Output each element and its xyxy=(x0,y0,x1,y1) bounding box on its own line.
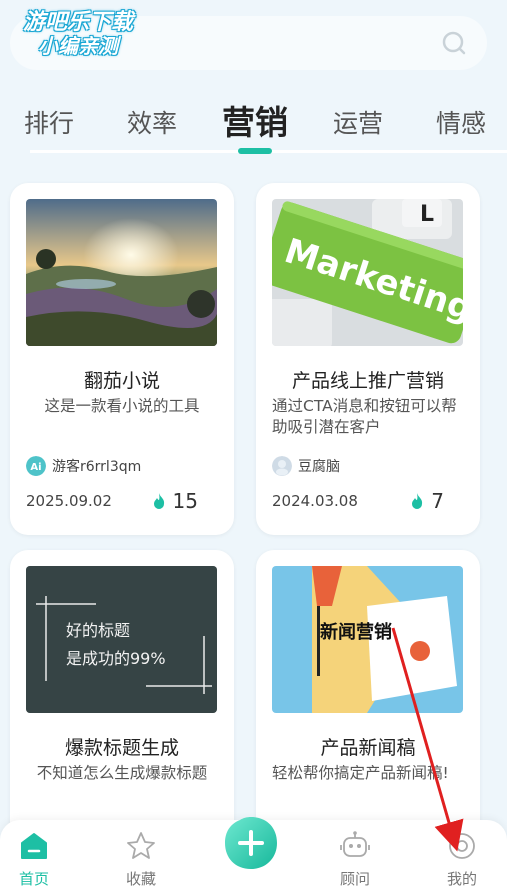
nav-home[interactable]: 首页 xyxy=(4,830,64,889)
card-meta: 2025.09.02 15 xyxy=(26,489,218,513)
bottom-navigation: 首页 收藏 顾问 我的 xyxy=(0,817,507,891)
watermark-line2: 小编亲测 xyxy=(38,34,118,59)
user-avatar-icon xyxy=(272,456,292,476)
category-tabs: 排行 效率 营销 运营 情感 xyxy=(0,94,507,154)
nav-favorites[interactable]: 收藏 xyxy=(111,830,171,889)
profile-icon xyxy=(449,833,475,859)
tab-operations[interactable]: 运营 xyxy=(333,104,383,140)
card-title: 爆款标题生成 xyxy=(64,737,179,759)
chalkboard-line1: 好的标题 xyxy=(66,621,130,640)
star-icon xyxy=(127,832,155,859)
card-product-online-promotion[interactable]: L Marketing 产品线上推广营销 通过CTA消息和按钮可以帮助吸引潜在客… xyxy=(256,183,480,535)
author-name: 豆腐脑 xyxy=(298,459,340,475)
tab-ranking[interactable]: 排行 xyxy=(24,104,74,140)
nav-home-label: 首页 xyxy=(18,870,49,888)
hot-value: 7 xyxy=(431,489,444,513)
card-date: 2024.03.08 xyxy=(272,492,358,510)
card-title: 产品新闻稿 xyxy=(320,737,416,759)
card-description: 轻松帮你搞定产品新闻稿! xyxy=(272,764,449,782)
nav-mine[interactable]: 我的 xyxy=(432,830,492,889)
flame-icon xyxy=(412,493,423,509)
tab-marketing[interactable]: 营销 xyxy=(222,96,288,144)
hot-value: 15 xyxy=(172,489,198,513)
svg-text:L: L xyxy=(420,202,434,227)
watermark: 游吧乐下载 小编亲测 xyxy=(8,10,148,58)
card-image-landscape xyxy=(26,199,217,346)
card-author: Ai 游客r6rrl3qm xyxy=(26,456,141,476)
news-marketing-text: 新闻营销 xyxy=(320,621,392,643)
robot-icon xyxy=(340,831,370,857)
card-author: 豆腐脑 xyxy=(272,456,340,476)
add-button[interactable] xyxy=(222,814,280,872)
card-product-press-release[interactable]: 新闻营销 产品新闻稿 轻松帮你搞定产品新闻稿! xyxy=(256,550,480,850)
flame-icon xyxy=(153,493,164,509)
tab-emotion[interactable]: 情感 xyxy=(436,104,486,140)
card-meta: 2024.03.08 7 xyxy=(272,489,464,513)
hot-count: 7 xyxy=(409,489,444,513)
card-image-marketing-key: L Marketing xyxy=(272,199,463,346)
tab-efficiency[interactable]: 效率 xyxy=(127,104,177,140)
card-image-news-marketing: 新闻营销 xyxy=(272,566,463,713)
card-description: 这是一款看小说的工具 xyxy=(44,397,200,415)
hot-count: 15 xyxy=(151,489,198,513)
card-fanqie-novel[interactable]: 翻茄小说 这是一款看小说的工具 Ai 游客r6rrl3qm 2025.09.02… xyxy=(10,183,234,535)
nav-advisor-label: 顾问 xyxy=(339,870,370,888)
nav-mine-label: 我的 xyxy=(446,870,477,888)
watermark-line1: 游吧乐下载 xyxy=(22,10,133,35)
card-description: 不知道怎么生成爆款标题 xyxy=(36,764,208,782)
nav-favorites-label: 收藏 xyxy=(125,870,156,888)
ai-avatar-icon: Ai xyxy=(26,456,46,476)
nav-advisor[interactable]: 顾问 xyxy=(325,830,385,889)
svg-text:Ai: Ai xyxy=(30,462,41,473)
home-icon xyxy=(21,833,47,859)
card-date: 2025.09.02 xyxy=(26,492,112,510)
chalkboard-line2: 是成功的99% xyxy=(66,649,166,668)
search-icon[interactable] xyxy=(441,30,467,56)
card-image-chalkboard: 好的标题 是成功的99% xyxy=(26,566,217,713)
author-name: 游客r6rrl3qm xyxy=(52,459,142,475)
card-title: 翻茄小说 xyxy=(83,370,160,392)
card-title: 产品线上推广营销 xyxy=(291,370,444,392)
card-description: 通过CTA消息和按钮可以帮助吸引潜在客户 xyxy=(272,397,457,436)
active-tab-indicator xyxy=(238,148,272,154)
card-viral-title-generator[interactable]: 好的标题 是成功的99% 爆款标题生成 不知道怎么生成爆款标题 xyxy=(10,550,234,850)
